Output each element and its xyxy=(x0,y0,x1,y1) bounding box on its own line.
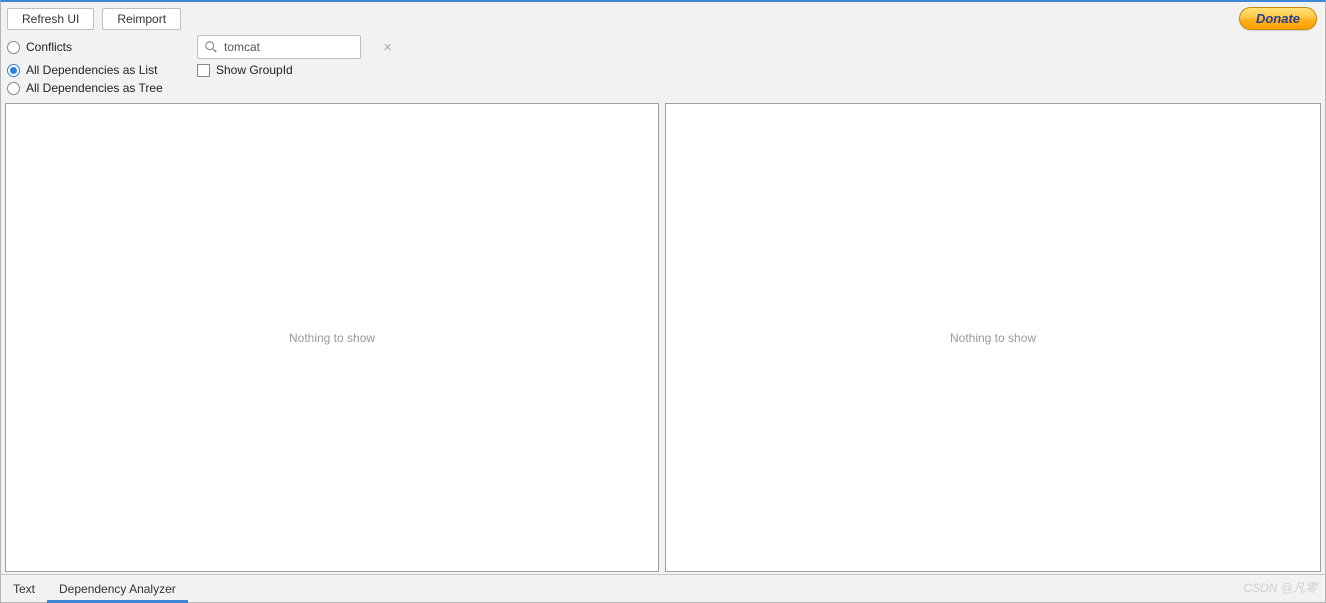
panels-container: Nothing to show Nothing to show xyxy=(1,101,1325,574)
donate-button[interactable]: Donate xyxy=(1239,7,1317,30)
search-box: ✕ xyxy=(197,35,361,59)
radio-icon xyxy=(7,82,20,95)
bottom-tabs: Text Dependency Analyzer CSDN @凡零 xyxy=(1,574,1325,602)
radio-label: Conflicts xyxy=(26,40,72,54)
empty-message: Nothing to show xyxy=(289,331,375,345)
left-panel: Nothing to show xyxy=(5,103,659,572)
search-input[interactable] xyxy=(218,38,383,56)
filter-row-2: All Dependencies as List Show GroupId xyxy=(1,61,1325,79)
watermark: CSDN @凡零 xyxy=(1243,579,1317,596)
radio-dot-icon xyxy=(10,67,17,74)
tab-text[interactable]: Text xyxy=(1,575,47,602)
tab-dependency-analyzer[interactable]: Dependency Analyzer xyxy=(47,575,188,602)
radio-label: All Dependencies as Tree xyxy=(26,81,163,95)
toolbar: Refresh UI Reimport Donate xyxy=(1,2,1325,33)
search-icon xyxy=(204,40,218,54)
filter-row-3: All Dependencies as Tree xyxy=(1,79,1325,101)
checkbox-label: Show GroupId xyxy=(216,63,293,77)
radio-all-deps-tree[interactable]: All Dependencies as Tree xyxy=(7,81,177,95)
radio-icon xyxy=(7,41,20,54)
checkbox-show-groupid[interactable]: Show GroupId xyxy=(197,63,293,77)
filter-row-1: Conflicts ✕ xyxy=(1,33,1325,61)
radio-conflicts[interactable]: Conflicts xyxy=(7,40,177,54)
radio-all-deps-list[interactable]: All Dependencies as List xyxy=(7,63,177,77)
empty-message: Nothing to show xyxy=(950,331,1036,345)
checkbox-icon xyxy=(197,64,210,77)
clear-icon[interactable]: ✕ xyxy=(383,39,392,55)
radio-label: All Dependencies as List xyxy=(26,63,157,77)
reimport-button[interactable]: Reimport xyxy=(102,8,181,30)
right-panel: Nothing to show xyxy=(665,103,1321,572)
refresh-ui-button[interactable]: Refresh UI xyxy=(7,8,94,30)
radio-icon xyxy=(7,64,20,77)
